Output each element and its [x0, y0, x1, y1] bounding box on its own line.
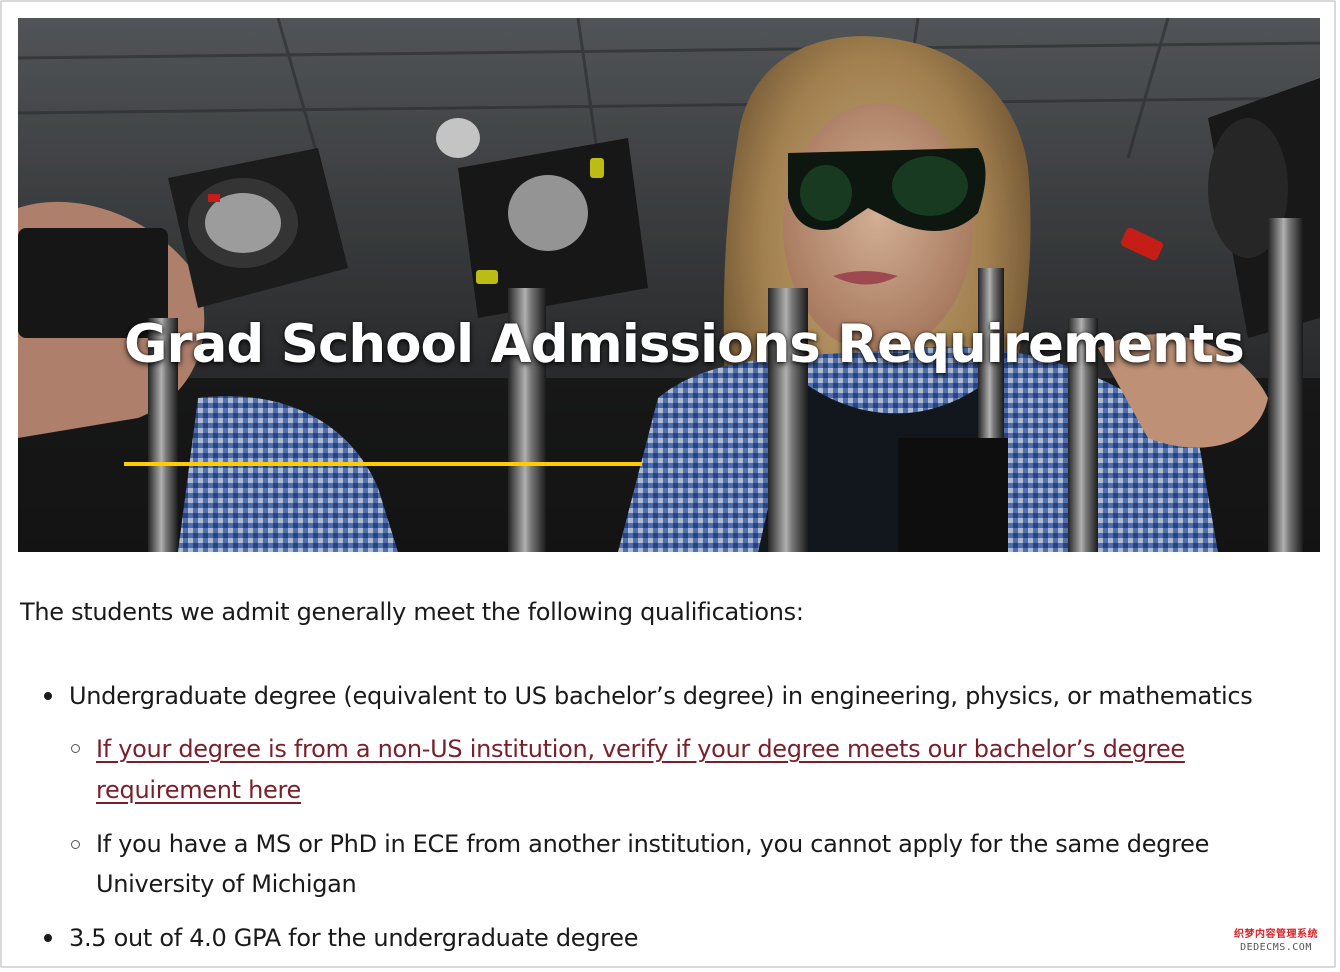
watermark-chinese-text: 织梦内容管理系统: [1234, 929, 1318, 940]
sub-bullet-icon: [71, 840, 80, 849]
hero-photo: [18, 18, 1320, 552]
requirement-gpa: 3.5 out of 4.0 GPA for the undergraduate…: [69, 924, 639, 952]
page-title: Grad School Admissions Requirements: [124, 314, 1245, 375]
degree-verification-link[interactable]: If your degree is from a non-US institut…: [96, 735, 1185, 763]
same-degree-restriction: If you have a MS or PhD in ECE from anot…: [96, 830, 1210, 858]
intro-text: The students we admit generally meet the…: [20, 598, 804, 626]
watermark-logo: 织梦内容管理系统 DEDECMS.COM: [1226, 930, 1326, 960]
degree-verification-link-continued[interactable]: requirement here: [96, 776, 301, 804]
bullet-icon: [44, 692, 52, 700]
hero-banner: Grad School Admissions Requirements: [18, 18, 1320, 552]
bullet-icon: [44, 934, 52, 942]
title-underline-accent: [124, 462, 642, 466]
page-frame: Grad School Admissions Requirements The …: [0, 0, 1336, 968]
watermark-site-text: DEDECMS.COM: [1240, 942, 1312, 953]
degree-verification-link-block[interactable]: If your degree is from a non-US institut…: [96, 729, 1185, 770]
same-degree-restriction-continued: University of Michigan: [96, 870, 357, 898]
requirement-degree: Undergraduate degree (equivalent to US b…: [69, 682, 1253, 710]
degree-verification-link-block-2[interactable]: requirement here: [96, 770, 301, 811]
sub-bullet-icon: [71, 744, 80, 753]
